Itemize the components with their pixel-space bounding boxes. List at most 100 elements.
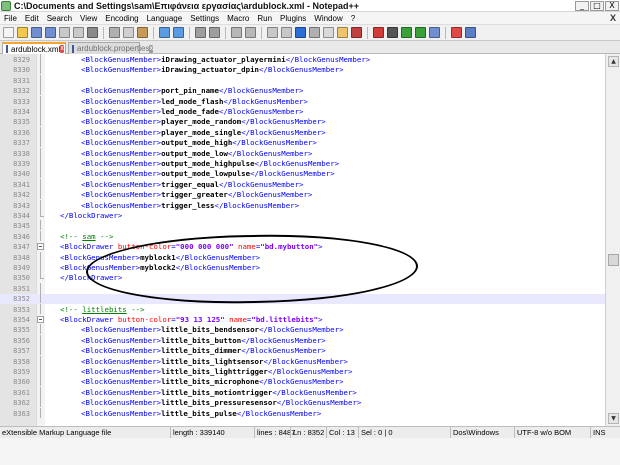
code-line[interactable]: 8353 <!-- littlebits -->	[0, 303, 605, 315]
vertical-scrollbar[interactable]: ▲ ▼	[605, 54, 620, 426]
new-file-icon[interactable]	[3, 27, 14, 38]
code-line[interactable]: 8331	[0, 74, 605, 86]
cut-icon[interactable]	[109, 27, 120, 38]
play-multiple-icon[interactable]	[415, 27, 426, 38]
code-line[interactable]: 8335 <BlockGenusMember>player_mode_random…	[0, 116, 605, 127]
code-line[interactable]: 8352	[0, 293, 605, 305]
line-number: 8356	[13, 336, 30, 345]
code-line[interactable]: 8339 <BlockGenusMember>output_mode_highpu…	[0, 158, 605, 169]
function-list-icon[interactable]	[351, 27, 362, 38]
xml-tag: <BlockGenusMember>	[81, 55, 162, 64]
code-line[interactable]: 8342 <BlockGenusMember>trigger_greater</B…	[0, 189, 605, 200]
fold-toggle-icon[interactable]	[37, 316, 44, 323]
fold-line-icon	[37, 95, 44, 106]
code-line[interactable]: 8340 <BlockGenusMember>output_mode_lowpul…	[0, 168, 605, 179]
close-icon[interactable]	[59, 27, 70, 38]
code-line[interactable]: 8333 <BlockGenusMember>led_mode_flash</Bl…	[0, 95, 605, 107]
line-number: 8348	[13, 253, 30, 262]
code-line[interactable]: 8356 <BlockGenusMember>little_bits_button…	[0, 334, 605, 346]
all-chars-icon[interactable]	[295, 27, 306, 38]
code-line[interactable]: 8351	[0, 282, 605, 294]
close-tab-icon[interactable]: x	[149, 44, 153, 53]
menu-view[interactable]: View	[76, 14, 101, 23]
menu-encoding[interactable]: Encoding	[101, 14, 142, 23]
menu-run[interactable]: Run	[253, 14, 276, 23]
scroll-up-icon[interactable]: ▲	[608, 56, 619, 67]
code-line[interactable]: 8350 </BlockDrawer>	[0, 272, 605, 283]
code-line[interactable]: 8359 <BlockGenusMember>little_bits_lightt…	[0, 366, 605, 377]
menu-help[interactable]: ?	[347, 14, 359, 23]
menu-macro[interactable]: Macro	[223, 14, 253, 23]
menu-search[interactable]: Search	[43, 14, 76, 23]
code-line[interactable]: 8362 <BlockGenusMember>little_bits_pressu…	[0, 397, 605, 408]
minimize-button[interactable]: _	[575, 1, 589, 11]
menu-plugins[interactable]: Plugins	[276, 14, 310, 23]
replace-icon[interactable]	[209, 27, 220, 38]
code-line[interactable]: 8360 <BlockGenusMember>little_bits_microp…	[0, 376, 605, 387]
close-window-button[interactable]: X	[605, 1, 619, 11]
open-file-icon[interactable]	[17, 27, 28, 38]
copy-icon[interactable]	[123, 27, 134, 38]
code-line[interactable]: 8330 <BlockGenusMember>iDrawing_actuator_…	[0, 64, 605, 75]
scroll-thumb[interactable]	[608, 254, 619, 266]
tab-ardublock-properties[interactable]: ardublock.properties x	[68, 42, 153, 54]
code-line[interactable]: 8357 <BlockGenusMember>little_bits_dimmer…	[0, 345, 605, 356]
code-line[interactable]: 8345	[0, 220, 605, 231]
fold-line-icon	[37, 199, 44, 210]
paste-icon[interactable]	[137, 27, 148, 38]
menu-file[interactable]: File	[0, 14, 21, 23]
find-icon[interactable]	[195, 27, 206, 38]
code-line[interactable]: 8334 <BlockGenusMember>led_mode_fade</Blo…	[0, 106, 605, 117]
code-line[interactable]: 8336 <BlockGenusMember>player_mode_single…	[0, 126, 605, 138]
sync-scroll-icon[interactable]	[267, 27, 278, 38]
fold-line-icon	[37, 168, 44, 179]
close-tab-icon[interactable]: x	[60, 45, 64, 53]
code-line[interactable]: 8338 <BlockGenusMember>output_mode_low</B…	[0, 147, 605, 159]
print-icon[interactable]	[87, 27, 98, 38]
scroll-down-icon[interactable]: ▼	[608, 413, 619, 424]
fold-toggle-icon[interactable]	[37, 243, 44, 251]
code-line[interactable]: 8355 <BlockGenusMember>little_bits_bendse…	[0, 324, 605, 335]
menu-window[interactable]: Window	[310, 14, 346, 23]
code-line[interactable]: 8346 <!-- sam -->	[0, 230, 605, 242]
doc-map-icon[interactable]	[337, 27, 348, 38]
code-line[interactable]: 8329 <BlockGenusMember>iDrawing_actuator_…	[0, 54, 605, 65]
record-macro-icon[interactable]	[373, 27, 384, 38]
spellcheck-icon[interactable]	[451, 27, 462, 38]
maximize-button[interactable]: □	[590, 1, 604, 11]
code-line[interactable]: 8354 <BlockDrawer button-color="93 13 125…	[0, 315, 605, 325]
save-icon[interactable]	[31, 27, 42, 38]
fold-line-icon	[37, 116, 44, 127]
close-all-icon[interactable]	[73, 27, 84, 38]
indent-guide-icon[interactable]	[309, 27, 320, 38]
plugin-icon[interactable]	[465, 27, 476, 38]
stop-macro-icon[interactable]	[387, 27, 398, 38]
code-text: <!-- littlebits -->	[60, 305, 145, 315]
code-line[interactable]: 8349 <BlockGenusMember>myblock2</BlockGen…	[0, 262, 605, 273]
code-line[interactable]: 8358 <BlockGenusMember>little_bits_lights…	[0, 355, 605, 367]
code-editor[interactable]: 8329 <BlockGenusMember>iDrawing_actuator_…	[0, 54, 605, 426]
code-line[interactable]: 8363 <BlockGenusMember>little_bits_pulse<…	[0, 407, 605, 419]
code-line[interactable]: 8347 <BlockDrawer button-color="000 000 0…	[0, 242, 605, 252]
play-macro-icon[interactable]	[401, 27, 412, 38]
tab-ardublock-xml[interactable]: ardublock.xml x	[2, 42, 66, 54]
code-line[interactable]: 8337 <BlockGenusMember>output_mode_high</…	[0, 137, 605, 148]
close-document-button[interactable]: X	[610, 13, 616, 23]
code-line[interactable]: 8361 <BlockGenusMember>little_bits_motion…	[0, 386, 605, 398]
undo-icon[interactable]	[159, 27, 170, 38]
code-line[interactable]: 8332 <BlockGenusMember>port_pin_name</Blo…	[0, 85, 605, 96]
menu-settings[interactable]: Settings	[186, 14, 223, 23]
user-lang-icon[interactable]	[323, 27, 334, 38]
code-line[interactable]: 8343 <BlockGenusMember>trigger_less</Bloc…	[0, 199, 605, 211]
redo-icon[interactable]	[173, 27, 184, 38]
zoom-out-icon[interactable]	[245, 27, 256, 38]
menu-edit[interactable]: Edit	[21, 14, 43, 23]
menu-language[interactable]: Language	[143, 14, 187, 23]
code-line[interactable]: 8348 <BlockGenusMember>myblock1</BlockGen…	[0, 251, 605, 263]
save-all-icon[interactable]	[45, 27, 56, 38]
save-macro-icon[interactable]	[429, 27, 440, 38]
zoom-in-icon[interactable]	[231, 27, 242, 38]
code-line[interactable]: 8344 </BlockDrawer>	[0, 210, 605, 221]
code-line[interactable]: 8341 <BlockGenusMember>trigger_equal</Blo…	[0, 178, 605, 190]
wrap-icon[interactable]	[281, 27, 292, 38]
